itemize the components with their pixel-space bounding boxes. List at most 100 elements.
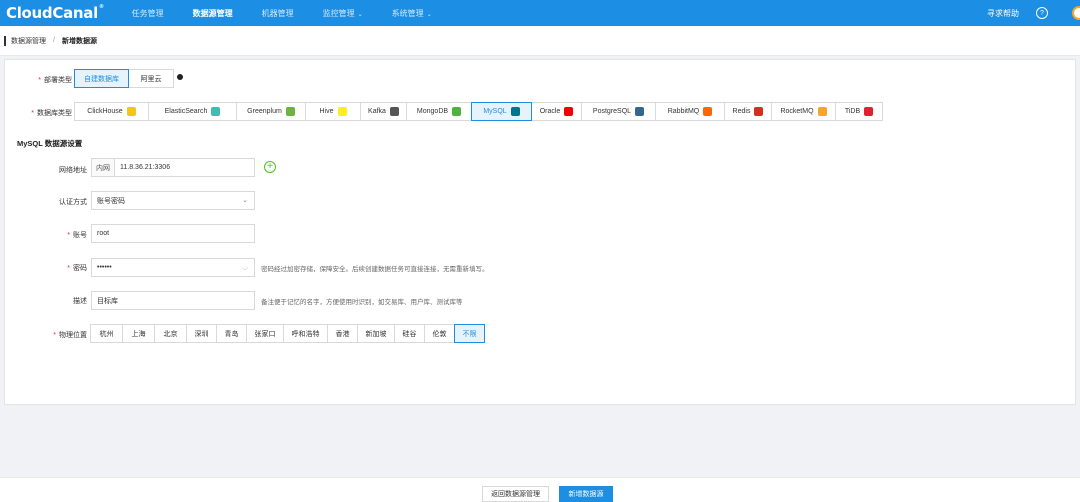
desc-label: 描述 <box>73 298 87 305</box>
breadcrumb-current: 新增数据源 <box>61 37 97 45</box>
region-option[interactable]: 硅谷 <box>394 324 425 343</box>
desc-hint: 备注便于记忆的名字，方便使用时识别，如交易库、用户库、测试库等 <box>261 299 463 306</box>
chevron-down-icon: ⌄ <box>242 197 248 204</box>
clickhouse-icon <box>126 107 136 116</box>
db-option-label: Redis <box>732 108 751 115</box>
info-dot-icon <box>177 74 183 80</box>
nav-item-system[interactable]: 系统管理 ⌄ <box>392 8 432 19</box>
nav-item-tasks[interactable]: 任务管理 <box>132 8 164 19</box>
region-option[interactable]: 张家口 <box>246 324 284 343</box>
db-option-label: Greenplum <box>247 108 282 115</box>
deploy-type-group: 自建数据库 阿里云 <box>74 69 174 88</box>
top-nav: CloudCanal® 任务管理 数据源管理 机器管理 监控管理 ⌄ 系统管理 ⌄ … <box>0 0 1080 26</box>
rabbitmq-icon <box>703 107 713 116</box>
db-type-label: * 数据库类型 <box>31 110 72 117</box>
db-option-hive[interactable]: Hive <box>305 102 361 121</box>
nav-item-monitoring[interactable]: 监控管理 ⌄ <box>323 8 363 19</box>
help-link[interactable]: 寻求帮助 <box>987 8 1019 19</box>
network-value: 11.8.36.21:3306 <box>120 164 171 171</box>
oracle-icon <box>564 107 574 116</box>
db-option-label: Hive <box>319 108 334 115</box>
chevron-down-icon: ⌄ <box>357 11 363 18</box>
db-option-label: MongoDB <box>416 108 449 115</box>
network-prefix[interactable]: 内网 <box>92 159 115 176</box>
question-icon[interactable]: ? <box>1036 7 1048 19</box>
add-datasource-button[interactable]: 新增数据源 <box>559 486 613 502</box>
db-option-mysql[interactable]: MySQL <box>471 102 532 121</box>
region-option[interactable]: 青岛 <box>216 324 247 343</box>
back-button[interactable]: 返回数据源管理 <box>482 486 549 502</box>
password-label: * 密码 <box>67 265 87 272</box>
hive-icon <box>337 107 347 116</box>
network-label: 网络地址 <box>59 167 87 174</box>
db-option-label: PostgreSQL <box>592 108 632 115</box>
db-option-label: RocketMQ <box>780 108 814 115</box>
desc-input[interactable]: 目标库 <box>91 291 255 310</box>
kafka-icon <box>389 107 399 116</box>
region-group: 杭州 上海 北京 深圳 青岛 张家口 呼和浩特 香港 新加坡 硅谷 伦敦 不限 <box>90 324 485 343</box>
breadcrumb-parent[interactable]: 数据源管理 <box>11 36 46 46</box>
deploy-type-label: * 部署类型 <box>38 77 72 84</box>
db-option-label: ClickHouse <box>87 108 123 115</box>
chevron-down-icon: ⌄ <box>426 11 432 18</box>
db-option-label: TiDB <box>844 108 861 115</box>
db-option-clickhouse[interactable]: ClickHouse <box>74 102 149 121</box>
region-option[interactable]: 香港 <box>327 324 358 343</box>
tidb-icon <box>864 107 874 116</box>
db-option-tidb[interactable]: TiDB <box>835 102 883 121</box>
region-option[interactable]: 深圳 <box>186 324 217 343</box>
nav-item-machines[interactable]: 机器管理 <box>262 8 294 19</box>
auth-value: 账号密码 <box>97 197 125 205</box>
breadcrumb: 数据源管理 / 新增数据源 <box>0 26 1080 56</box>
password-input[interactable]: •••••• ◡ <box>91 258 255 277</box>
nav-item-datasources[interactable]: 数据源管理 <box>193 8 233 19</box>
db-option-label: MySQL <box>483 108 507 115</box>
db-option-greenplum[interactable]: Greenplum <box>236 102 306 121</box>
region-option[interactable]: 新加坡 <box>357 324 395 343</box>
region-option[interactable]: 北京 <box>154 324 187 343</box>
avatar[interactable] <box>1072 6 1080 20</box>
redis-icon <box>754 107 764 116</box>
password-value: •••••• <box>97 264 112 271</box>
db-option-oracle[interactable]: Oracle <box>531 102 582 121</box>
auth-select[interactable]: 账号密码 ⌄ <box>91 191 255 210</box>
desc-value: 目标库 <box>97 297 118 305</box>
db-option-kafka[interactable]: Kafka <box>360 102 407 121</box>
account-input[interactable]: root <box>91 224 255 243</box>
form-card: * 部署类型 自建数据库 阿里云 * 数据库类型 ClickHouse Elastic… <box>4 59 1076 405</box>
region-label: * 物理位置 <box>53 332 87 339</box>
elasticsearch-icon <box>211 107 221 116</box>
db-option-redis[interactable]: Redis <box>724 102 772 121</box>
eye-icon[interactable]: ◡ <box>242 263 248 271</box>
deploy-option-aliyun[interactable]: 阿里云 <box>128 69 174 88</box>
account-label: * 账号 <box>67 232 87 239</box>
region-option[interactable]: 呼和浩特 <box>283 324 328 343</box>
breadcrumb-separator: / <box>53 37 55 44</box>
nav-right: 寻求帮助 ? <box>987 0 1080 26</box>
db-option-rabbitmq[interactable]: RabbitMQ <box>655 102 725 121</box>
region-option[interactable]: 杭州 <box>90 324 123 343</box>
network-input[interactable]: 内网 11.8.36.21:3306 <box>91 158 255 177</box>
auth-label: 认证方式 <box>59 199 87 206</box>
postgresql-icon <box>635 107 645 116</box>
section-title: MySQL 数据源设置 <box>17 139 83 148</box>
breadcrumb-marker <box>4 35 6 46</box>
rocketmq-icon <box>817 107 827 116</box>
region-option[interactable]: 伦敦 <box>424 324 455 343</box>
region-option[interactable]: 不限 <box>454 324 485 343</box>
account-value: root <box>97 230 110 237</box>
region-option[interactable]: 上海 <box>122 324 155 343</box>
deploy-option-self-built[interactable]: 自建数据库 <box>74 69 129 88</box>
db-option-rocketmq[interactable]: RocketMQ <box>771 102 836 121</box>
add-address-icon[interactable]: + <box>264 161 276 173</box>
main-menu: 任务管理 数据源管理 机器管理 监控管理 ⌄ 系统管理 ⌄ <box>132 0 461 26</box>
db-option-postgresql[interactable]: PostgreSQL <box>581 102 656 121</box>
db-option-label: ElasticSearch <box>164 108 208 115</box>
db-type-group: ClickHouse ElasticSearch Greenplum Hive Kafk… <box>74 102 883 121</box>
db-option-mongodb[interactable]: MongoDB <box>406 102 472 121</box>
logo[interactable]: CloudCanal® <box>6 4 104 22</box>
db-option-label: RabbitMQ <box>667 108 700 115</box>
mongodb-icon <box>452 107 462 116</box>
password-hint: 密码经过加密存储，保障安全。后续创建数据任务可直接连接，无需重新填写。 <box>261 266 489 273</box>
db-option-elasticsearch[interactable]: ElasticSearch <box>148 102 237 121</box>
